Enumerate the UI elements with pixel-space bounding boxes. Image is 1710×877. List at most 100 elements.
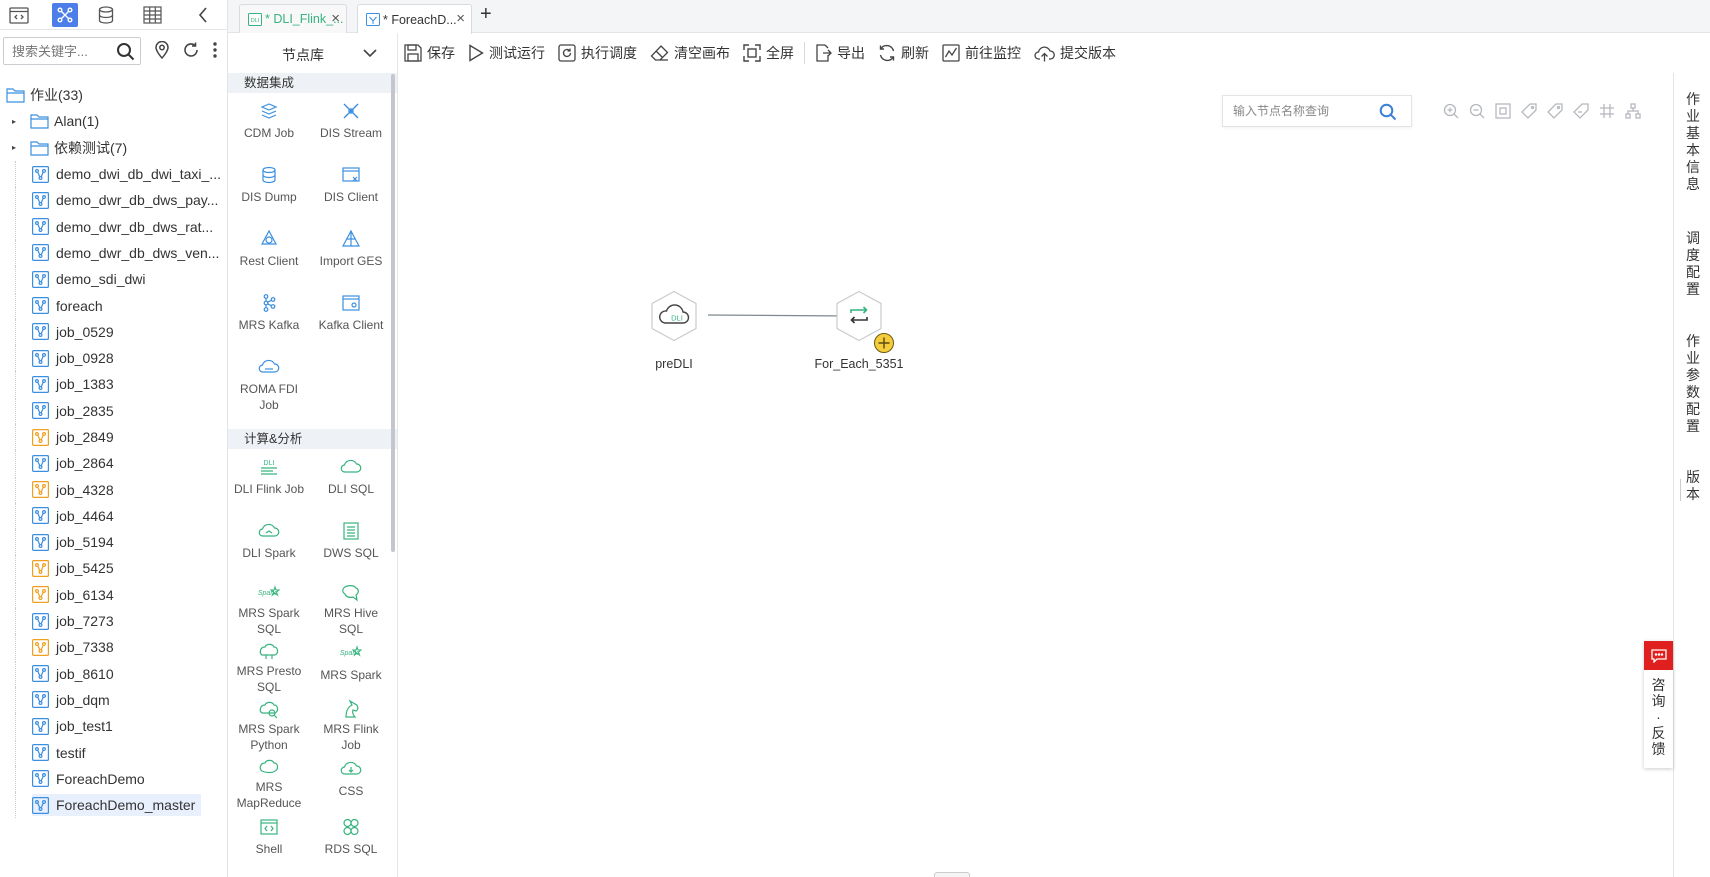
node-library-item[interactable]: MRS MapReduce <box>228 751 310 810</box>
tree-job-item[interactable]: testif <box>0 739 227 766</box>
node-library-item[interactable]: DLI DLI Flink Job <box>228 449 310 513</box>
job-flow-icon <box>32 744 51 762</box>
tree-root[interactable]: 作业(33) <box>0 82 227 108</box>
submit-version-button[interactable]: 提交版本 <box>1034 39 1116 67</box>
tree-job-item[interactable]: job_1383 <box>0 371 227 398</box>
tree-job-item[interactable]: demo_dwr_db_dws_ven... <box>0 239 227 266</box>
tree-job-item[interactable]: job_2864 <box>0 450 227 477</box>
tree-job-item[interactable]: demo_sdi_dwi <box>0 266 227 293</box>
tree-job-item[interactable]: demo_dwr_db_dws_rat... <box>0 213 227 240</box>
close-icon[interactable]: × <box>456 10 465 27</box>
expand-arrow-icon[interactable]: ▸ <box>12 117 22 126</box>
node-library-title: 节点库 <box>282 47 324 63</box>
tree-job-item[interactable]: job_2835 <box>0 397 227 424</box>
refresh-icon[interactable] <box>182 41 200 62</box>
consult-feedback-widget[interactable]: 咨询·反馈 <box>1644 641 1673 768</box>
node-library-item[interactable]: RDS SQL <box>310 809 392 867</box>
tree-job-item[interactable]: job_dqm <box>0 686 227 713</box>
add-node-icon[interactable] <box>873 332 895 354</box>
tree-job-item[interactable]: job_4328 <box>0 476 227 503</box>
fullscreen-label: 全屏 <box>766 45 794 61</box>
node-library-item[interactable]: MRS Spark Python <box>228 693 310 752</box>
node-library-item[interactable]: Spark MRS Spark <box>310 635 392 693</box>
tab-job-params[interactable]: 作业参数配置 <box>1684 333 1702 435</box>
tree-job-item[interactable]: job_7338 <box>0 634 227 661</box>
node-library-item[interactable]: DLI Spark <box>228 513 310 577</box>
tree-job-item[interactable]: job_5425 <box>0 555 227 582</box>
test-run-button[interactable]: 测试运行 <box>468 39 545 67</box>
file-tab-dli-flink[interactable]: DLI * DLI_Flink_... × <box>239 4 347 33</box>
tree-job-item[interactable]: job_0529 <box>0 318 227 345</box>
add-tab-icon[interactable]: + <box>480 3 492 26</box>
refresh-button[interactable]: 刷新 <box>878 39 929 67</box>
node-library-item[interactable]: ROMA FDI Job <box>228 349 310 429</box>
monitor-button[interactable]: 前往监控 <box>942 39 1021 67</box>
tree-folder[interactable]: ▸ 依赖测试(7) <box>0 135 227 161</box>
tree-job-item[interactable]: foreach <box>0 292 227 319</box>
node-library-item[interactable]: Shell <box>228 809 310 867</box>
node-library-item[interactable]: CDM Job <box>228 93 310 157</box>
tree-job-item[interactable]: demo_dwr_db_dws_pay... <box>0 187 227 214</box>
tree-job-item[interactable]: job_2849 <box>0 424 227 450</box>
more-options-icon[interactable] <box>212 41 218 62</box>
node-library-item[interactable]: Spark MRS Spark SQL <box>228 577 310 636</box>
tab-version[interactable]: 版本 <box>1684 469 1702 503</box>
locate-icon[interactable] <box>154 40 170 62</box>
search-icon[interactable] <box>116 42 135 64</box>
node-library-item[interactable]: Import GES <box>310 221 392 285</box>
resource-tab[interactable] <box>93 3 119 27</box>
node-category-header[interactable]: 数据集成 <box>228 73 397 93</box>
bottom-panel-handle[interactable] <box>934 872 970 877</box>
script-tab[interactable] <box>6 3 32 27</box>
tree-search-input[interactable] <box>4 38 112 64</box>
job-flow-icon <box>366 13 380 26</box>
schedule-button[interactable]: 执行调度 <box>558 39 637 67</box>
node-library-item[interactable]: Rest Client <box>228 221 310 285</box>
node-library-header[interactable]: 节点库 <box>228 33 397 73</box>
tree-job-item[interactable]: demo_dwi_db_dwi_taxi_... <box>0 161 227 188</box>
node-library-item[interactable]: DIS Dump <box>228 157 310 221</box>
table-tab[interactable] <box>139 3 165 27</box>
node-library-item[interactable]: DLI SQL <box>310 449 392 513</box>
tree-job-item[interactable]: job_6134 <box>0 581 227 608</box>
node-type-icon <box>341 291 361 315</box>
node-library-item[interactable]: DWS SQL <box>310 513 392 577</box>
tree-indent <box>15 476 32 503</box>
file-tab-foreach[interactable]: * ForeachD... × <box>357 4 472 34</box>
node-type-icon <box>341 227 361 251</box>
node-type-icon <box>258 519 280 543</box>
tree-job-item[interactable]: job_test1 <box>0 713 227 740</box>
save-button[interactable]: 保存 <box>404 39 455 67</box>
job-canvas[interactable]: DLI preDLI For_Each_5351 <box>398 73 1673 877</box>
tab-job-basic-info[interactable]: 作业基本信息 <box>1684 91 1702 193</box>
node-library-scrollbar[interactable] <box>391 74 395 552</box>
tree-item-label: 依赖测试(7) <box>30 137 133 159</box>
tree-job-item[interactable]: job_7273 <box>0 608 227 635</box>
clear-canvas-button[interactable]: 清空画布 <box>650 39 730 67</box>
tree-job-item[interactable]: ForeachDemo <box>0 765 227 792</box>
tab-schedule-config[interactable]: 调度配置 <box>1684 230 1702 298</box>
chevron-down-icon[interactable] <box>363 46 377 61</box>
tree-job-item[interactable]: job_5194 <box>0 529 227 556</box>
node-library-item[interactable]: Kafka Client <box>310 285 392 349</box>
node-library-item[interactable]: MRS Presto SQL <box>228 635 310 694</box>
node-library-item[interactable]: MRS Kafka <box>228 285 310 349</box>
tree-item-text: job_6134 <box>56 586 114 603</box>
job-tab[interactable] <box>52 3 78 27</box>
collapse-panel-button[interactable] <box>193 4 213 26</box>
node-library-item[interactable]: CSS <box>310 751 392 809</box>
tree-job-item[interactable]: job_8610 <box>0 660 227 687</box>
tree-job-item[interactable]: job_4464 <box>0 502 227 529</box>
close-icon[interactable]: × <box>331 10 340 27</box>
fullscreen-button[interactable]: 全屏 <box>743 39 794 67</box>
node-category-header[interactable]: 计算&分析 <box>228 429 397 449</box>
node-library-item[interactable]: DIS Stream <box>310 93 392 157</box>
node-library-item[interactable]: MRS Flink Job <box>310 693 392 752</box>
node-library-item[interactable]: MRS Hive SQL <box>310 577 392 636</box>
node-library-item[interactable]: DIS Client <box>310 157 392 221</box>
tree-job-item[interactable]: job_0928 <box>0 345 227 372</box>
export-button[interactable]: 导出 <box>815 39 865 67</box>
expand-arrow-icon[interactable]: ▸ <box>12 143 22 152</box>
tree-folder[interactable]: ▸ Alan(1) <box>0 108 227 134</box>
tree-job-item[interactable]: ForeachDemo_master <box>0 792 227 819</box>
